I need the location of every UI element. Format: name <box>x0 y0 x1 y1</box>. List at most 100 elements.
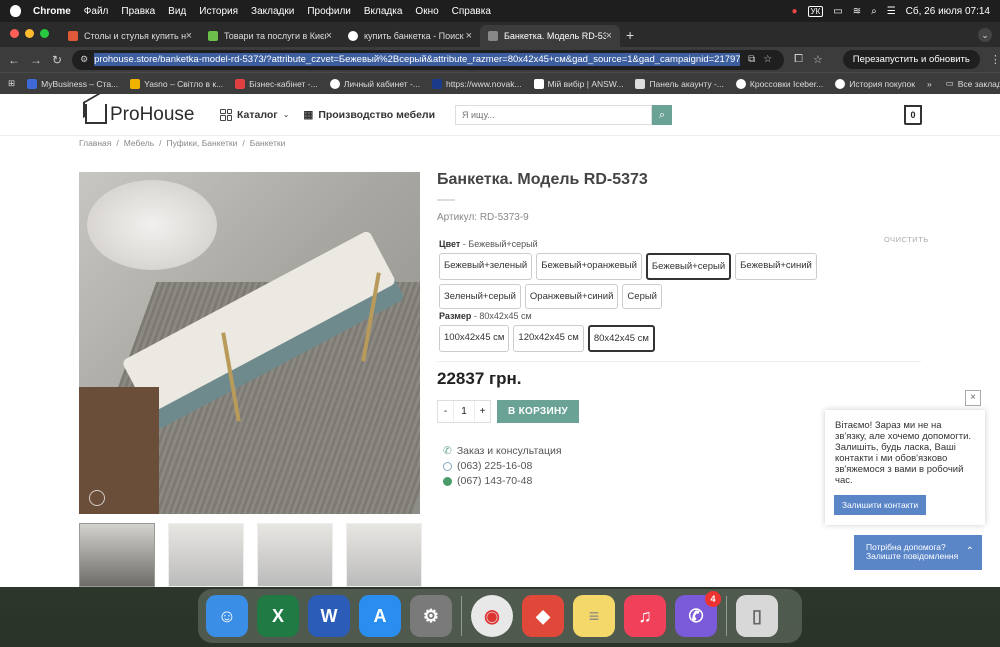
menu-profiles[interactable]: Профили <box>307 6 351 17</box>
thumbnail[interactable] <box>257 523 333 587</box>
menu-history[interactable]: История <box>199 6 238 17</box>
color-option[interactable]: Оранжевый+синий <box>524 284 619 309</box>
chat-widget-bar[interactable]: Потрібна допомога? Залиште повідомлення … <box>854 535 982 570</box>
menu-window[interactable]: Окно <box>415 6 438 17</box>
size-option-selected[interactable]: 80x42x45 см <box>587 325 655 352</box>
bookmark-item[interactable]: История покупок <box>835 78 915 89</box>
bookmark-item[interactable]: Мій вибір | ANSW... <box>533 78 623 89</box>
site-info-icon[interactable]: ⚙ <box>80 54 88 65</box>
qty-plus-button[interactable]: + <box>475 401 490 422</box>
more-bookmarks-icon[interactable]: » <box>927 79 932 89</box>
tab-2[interactable]: Товари та послуги в Києві з× <box>200 25 340 47</box>
menu-help[interactable]: Справка <box>452 6 491 17</box>
color-option-selected[interactable]: Бежевый+серый <box>645 253 732 280</box>
address-bar[interactable]: ⚙ prohouse.store/banketka-model-rd-5373/… <box>72 49 785 70</box>
system-settings-app[interactable]: ⚙ <box>410 595 452 637</box>
breadcrumb-poufs[interactable]: Пуфики, Банкетки <box>167 138 238 148</box>
thumbnail[interactable] <box>79 523 155 587</box>
viber-app[interactable]: ✆ 4 <box>675 591 721 637</box>
site-logo[interactable]: ProHouse <box>85 103 220 126</box>
control-center-icon[interactable]: ☰ <box>887 6 896 17</box>
bookmark-star-icon[interactable]: ☆ <box>763 54 772 65</box>
record-icon[interactable]: ● <box>791 6 797 17</box>
bookmark-item[interactable]: Бізнес-кабінет -... <box>235 78 318 89</box>
size-option[interactable]: 120x42x45 см <box>513 325 584 352</box>
all-bookmarks-folder[interactable]: ▭Все закладки <box>946 78 1000 89</box>
tab-search-icon[interactable]: ⌄ <box>978 28 992 42</box>
cart-icon[interactable]: 0 <box>904 104 922 125</box>
qty-input[interactable]: 1 <box>453 401 475 422</box>
music-app[interactable]: ♫ <box>624 595 666 637</box>
bookmark-item[interactable]: Yasno – Світло в к... <box>130 78 223 89</box>
menu-bookmarks[interactable]: Закладки <box>251 6 294 17</box>
finder-app[interactable]: ☺ <box>206 595 248 637</box>
color-option[interactable]: Серый <box>622 284 662 309</box>
search-button-icon[interactable]: ⌕ <box>652 104 673 125</box>
thumbnail[interactable] <box>346 523 422 587</box>
forward-icon[interactable]: → <box>30 53 42 67</box>
zoom-window-button[interactable] <box>40 29 49 38</box>
contact-phone-1[interactable]: (063) 225-16-08 <box>443 460 532 472</box>
thumbnail[interactable] <box>168 523 244 587</box>
apple-icon[interactable] <box>10 5 21 17</box>
relaunch-update-button[interactable]: Перезапустить и обновить <box>842 50 980 69</box>
tab-1[interactable]: Столы и стулья купить недо× <box>60 25 200 47</box>
menu-edit[interactable]: Правка <box>121 6 155 17</box>
reload-icon[interactable]: ↻ <box>52 53 62 67</box>
close-tab-icon[interactable]: × <box>326 30 332 42</box>
search-icon[interactable]: ⌕ <box>871 6 877 17</box>
menu-file[interactable]: Файл <box>84 6 109 17</box>
install-icon[interactable]: ⧉ <box>748 54 755 65</box>
excel-app[interactable]: X <box>257 595 299 637</box>
word-app[interactable]: W <box>308 595 350 637</box>
notes-app[interactable]: ≡ <box>573 595 615 637</box>
contact-phone-2[interactable]: (067) 143-70-48 <box>443 475 532 487</box>
nav-production[interactable]: ▦ Производство мебели <box>303 109 435 121</box>
close-tab-icon[interactable]: × <box>186 30 192 42</box>
reading-list-icon[interactable]: ☆ <box>813 53 823 66</box>
minimize-window-button[interactable] <box>25 29 34 38</box>
search-input[interactable] <box>455 104 653 125</box>
breadcrumb-furniture[interactable]: Мебель <box>124 138 154 148</box>
clock[interactable]: Сб, 26 июля 07:14 <box>906 6 990 17</box>
close-tab-icon[interactable]: × <box>466 30 472 42</box>
zoom-icon[interactable] <box>89 490 105 506</box>
extensions-icon[interactable]: ⧠ <box>794 53 803 66</box>
tab-3[interactable]: купить банкетка - Поиск в G× <box>340 25 480 47</box>
trash-app[interactable]: ▯ <box>736 595 778 637</box>
url-text[interactable]: prohouse.store/banketka-model-rd-5373/?a… <box>94 53 741 66</box>
close-window-button[interactable] <box>10 29 19 38</box>
tab-4-active[interactable]: Банкетка. Модель RD-5373× <box>480 25 620 47</box>
bookmark-item[interactable]: Личный кабинет -... <box>329 78 420 89</box>
menu-kebab-icon[interactable]: ⋮ <box>990 53 1000 66</box>
bookmark-item[interactable]: MyBusiness – Ста... <box>27 78 118 89</box>
menu-view[interactable]: Вид <box>168 6 186 17</box>
breadcrumb-benches[interactable]: Банкетки <box>250 138 286 148</box>
bookmark-item[interactable]: Панель акаунту -... <box>635 78 724 89</box>
leave-contacts-button[interactable]: Залишити контакти <box>834 495 926 515</box>
color-option[interactable]: Бежевый+оранжевый <box>536 253 642 280</box>
breadcrumb-home[interactable]: Главная <box>79 138 111 148</box>
wifi-icon[interactable]: ≋ <box>853 6 861 17</box>
back-icon[interactable]: ← <box>8 53 20 67</box>
product-main-image[interactable] <box>79 172 420 514</box>
size-option[interactable]: 100x42x45 см <box>439 325 510 352</box>
anydesk-app[interactable]: ◆ <box>522 595 564 637</box>
menu-app-name[interactable]: Chrome <box>33 6 71 17</box>
app-store-app[interactable]: A <box>359 595 401 637</box>
chrome-app[interactable]: ◉ <box>471 595 513 637</box>
battery-icon[interactable]: ▭ <box>833 6 842 17</box>
add-to-cart-button[interactable]: В КОРЗИНУ <box>497 400 579 423</box>
color-option[interactable]: Зеленый+серый <box>439 284 521 309</box>
keyboard-layout[interactable]: УК <box>807 5 824 17</box>
apps-grid-icon[interactable]: ⊞ <box>8 78 15 89</box>
bookmark-item[interactable]: Кроссовки Iceber... <box>735 78 823 89</box>
color-option[interactable]: Бежевый+зеленый <box>439 253 533 280</box>
nav-catalog[interactable]: Каталог ⌄ <box>220 108 289 121</box>
color-option[interactable]: Бежевый+синий <box>735 253 817 280</box>
qty-minus-button[interactable]: - <box>438 401 453 422</box>
menu-tab[interactable]: Вкладка <box>364 6 403 17</box>
clear-selection-link[interactable]: ОЧИСТИТЬ <box>884 235 929 244</box>
new-tab-button[interactable]: + <box>626 27 634 43</box>
close-tab-icon[interactable]: × <box>606 30 612 42</box>
